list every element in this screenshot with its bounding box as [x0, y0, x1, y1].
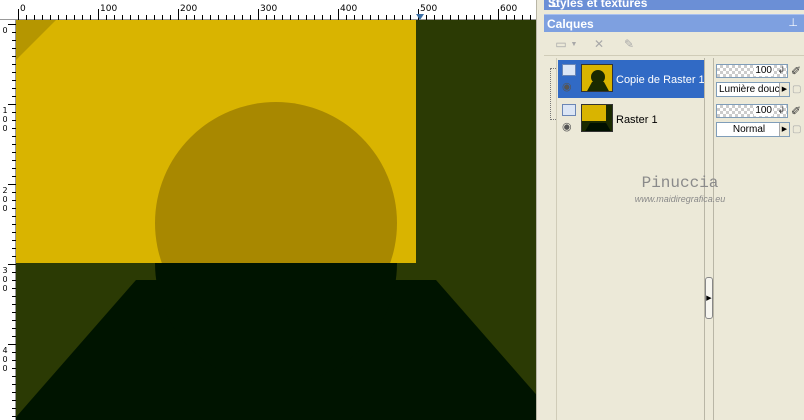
ruler-label: 500	[420, 4, 438, 14]
styles-panel-header[interactable]: Styles et textures ⊥	[544, 0, 804, 10]
layer-thumbnail	[581, 104, 613, 132]
panel-divider[interactable]	[536, 0, 544, 420]
ruler-tick	[8, 24, 16, 25]
ruler-label: 300	[2, 266, 8, 293]
lock-icon[interactable]: ▢	[792, 84, 801, 95]
opacity-slider[interactable]: 100 ↲	[716, 104, 788, 118]
right-dark-band	[416, 20, 536, 263]
delete-layer-icon[interactable]: ✕	[588, 35, 610, 53]
blend-mode-select[interactable]: Normal ▶	[716, 122, 790, 137]
layers-list: ◉ Copie de Raster 1 ◉ Raster 1	[556, 58, 705, 420]
raster-layer-icon	[562, 104, 576, 116]
layer-props-raster-1: 100 ↲ ✐ Normal ▶ ▢	[716, 102, 804, 142]
layer-row-raster-1[interactable]: ◉ Raster 1	[558, 100, 704, 138]
layers-toolbar: ▭ ▼ ✕ ✎	[544, 32, 804, 56]
watermark: Pinuccia www.maidiregrafica.eu	[620, 174, 740, 204]
layer-props-copie-raster-1: 100 ↲ ✐ Lumière douce ▶ ▢	[716, 62, 804, 102]
ruler-tick	[258, 9, 259, 20]
chevron-down-icon[interactable]: ▶	[779, 83, 789, 96]
opacity-value: 100	[754, 105, 773, 116]
ruler-label: 400	[2, 346, 8, 373]
ruler-label: 100	[100, 4, 118, 14]
spin-icon[interactable]: ↲	[777, 105, 785, 116]
chevron-down-icon[interactable]: ▼	[570, 35, 578, 53]
ruler-label: 600	[500, 4, 518, 14]
pin-icon[interactable]: ⊥	[788, 16, 798, 29]
ruler-label: 0	[20, 4, 26, 14]
app-window: 0 100 200 300 400 500 600 0 100 200 300 400 Styles…	[0, 0, 804, 420]
spin-icon[interactable]: ↲	[777, 65, 785, 76]
layer-row-copie-raster-1[interactable]: ◉ Copie de Raster 1	[558, 60, 705, 98]
lock-icon[interactable]: ▢	[792, 124, 801, 135]
ruler-label: 400	[340, 4, 358, 14]
raster-layer-icon	[562, 64, 576, 76]
eye-icon[interactable]: ◉	[562, 82, 576, 93]
ruler-label: 100	[2, 106, 8, 133]
splitter-handle[interactable]: ▶	[705, 277, 713, 319]
layer-properties-column: 100 ↲ ✐ Lumière douce ▶ ▢ 100 ↲ ✐ Normal…	[714, 58, 804, 420]
opacity-value: 100	[754, 65, 773, 76]
image-canvas[interactable]	[16, 20, 536, 420]
blend-mode-select[interactable]: Lumière douce ▶	[716, 82, 790, 97]
layer-properties-icon[interactable]: ✎	[618, 35, 640, 53]
layer-name: Raster 1	[616, 114, 658, 126]
ruler-tick	[8, 104, 16, 105]
brush-icon[interactable]: ✐	[791, 104, 801, 118]
blend-mode-value: Lumière douce	[719, 84, 786, 95]
layer-thumbnail	[581, 64, 613, 92]
ruler-tick	[98, 9, 99, 20]
vertical-ruler: 0 100 200 300 400	[0, 20, 16, 420]
ruler-tick	[338, 9, 339, 20]
ruler-tick	[498, 9, 499, 20]
ruler-label: 200	[2, 186, 8, 213]
watermark-url: www.maidiregrafica.eu	[634, 194, 726, 204]
opacity-slider[interactable]: 100 ↲	[716, 64, 788, 78]
layers-panel-title: Calques	[547, 17, 594, 31]
blend-mode-value: Normal	[732, 124, 766, 135]
ruler-label: 0	[2, 26, 8, 35]
watermark-name: Pinuccia	[641, 174, 719, 192]
horizontal-ruler: 0 100 200 300 400 500 600	[0, 0, 542, 20]
pin-icon[interactable]: ⊥	[548, 0, 798, 10]
panel-splitter[interactable]	[704, 58, 714, 420]
ruler-label: 200	[180, 4, 198, 14]
ruler-tick	[18, 9, 19, 20]
layer-name: Copie de Raster 1	[616, 74, 705, 86]
eye-icon[interactable]: ◉	[562, 122, 576, 133]
ruler-tick	[8, 344, 16, 345]
brush-icon[interactable]: ✐	[791, 64, 801, 78]
layers-panel-header[interactable]: Calques ⊥	[544, 14, 804, 32]
canvas-artwork	[16, 20, 536, 420]
ruler-tick	[8, 264, 16, 265]
ruler-tick	[178, 9, 179, 20]
ruler-tick	[8, 184, 16, 185]
ruler-label: 300	[260, 4, 278, 14]
new-layer-icon[interactable]: ▭	[550, 35, 572, 53]
chevron-down-icon[interactable]: ▶	[779, 123, 789, 136]
